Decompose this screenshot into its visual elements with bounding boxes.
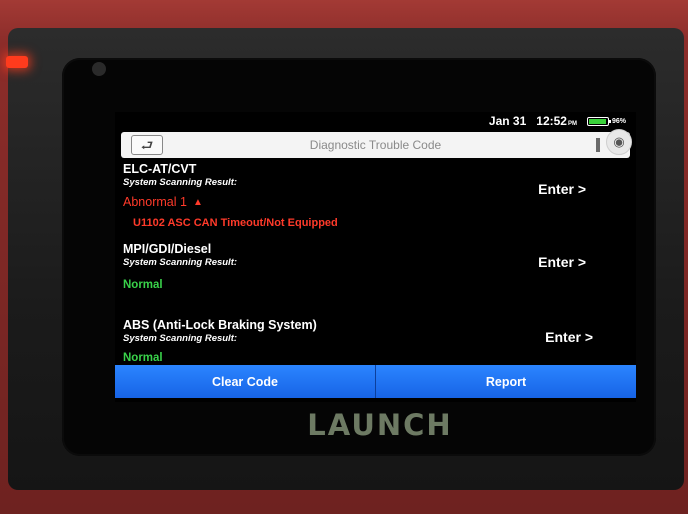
scan-result-label: System Scanning Result: — [123, 177, 238, 188]
back-button[interactable]: ⮐ — [131, 135, 163, 155]
clear-code-button[interactable]: Clear Code — [115, 365, 375, 398]
battery-percent: 96% — [611, 117, 626, 125]
scan-result-label: System Scanning Result: — [123, 257, 238, 268]
battery-icon — [586, 116, 611, 126]
status-abnormal[interactable]: Abnormal 1 ▲ — [123, 195, 203, 209]
device-frame: Jan 31 12:52PM 96% ⮐ Diagnostic Trouble … — [0, 0, 688, 514]
report-button[interactable]: Report — [376, 365, 636, 398]
enter-button[interactable]: Enter > — [538, 181, 586, 197]
scan-result-label: System Scanning Result: — [123, 333, 238, 344]
status-time-suffix: PM — [567, 121, 577, 127]
battery-indicator: 96% — [586, 116, 626, 126]
dtc-code: U1102 ASC CAN Timeout/Not Equipped — [133, 217, 338, 229]
enter-button[interactable]: Enter > — [538, 254, 586, 270]
status-led — [6, 56, 28, 68]
page-title: Diagnostic Trouble Code — [309, 138, 442, 152]
system-name: ABS (Anti-Lock Braking System) — [123, 318, 317, 332]
title-bar: ⮐ Diagnostic Trouble Code ◉ — [121, 129, 632, 158]
camera-icon: ◉ — [613, 134, 625, 149]
status-time: 12:52PM — [536, 114, 577, 128]
status-bar: Jan 31 12:52PM 96% — [115, 112, 636, 130]
status-time-value: 12:52 — [536, 114, 567, 128]
camera-lens — [92, 62, 106, 76]
back-arrow-icon: ⮐ — [140, 137, 154, 153]
enter-button[interactable]: Enter > — [545, 329, 593, 345]
flag-icon — [596, 138, 600, 152]
brand-logo: LAUNCH — [307, 408, 453, 442]
status-normal: Normal — [123, 352, 163, 364]
status-date: Jan 31 — [488, 114, 527, 128]
battery-fill — [588, 118, 607, 124]
status-text: Abnormal 1 — [123, 195, 187, 209]
action-bar: Clear Code Report — [115, 365, 636, 398]
system-name: ELC-AT/CVT — [123, 162, 197, 176]
system-name: MPI/GDI/Diesel — [123, 242, 212, 256]
screenshot-button[interactable]: ◉ — [606, 129, 632, 155]
app-screen: Jan 31 12:52PM 96% ⮐ Diagnostic Trouble … — [115, 112, 636, 402]
triangle-up-icon[interactable]: ▲ — [193, 197, 203, 208]
status-normal: Normal — [123, 279, 163, 291]
